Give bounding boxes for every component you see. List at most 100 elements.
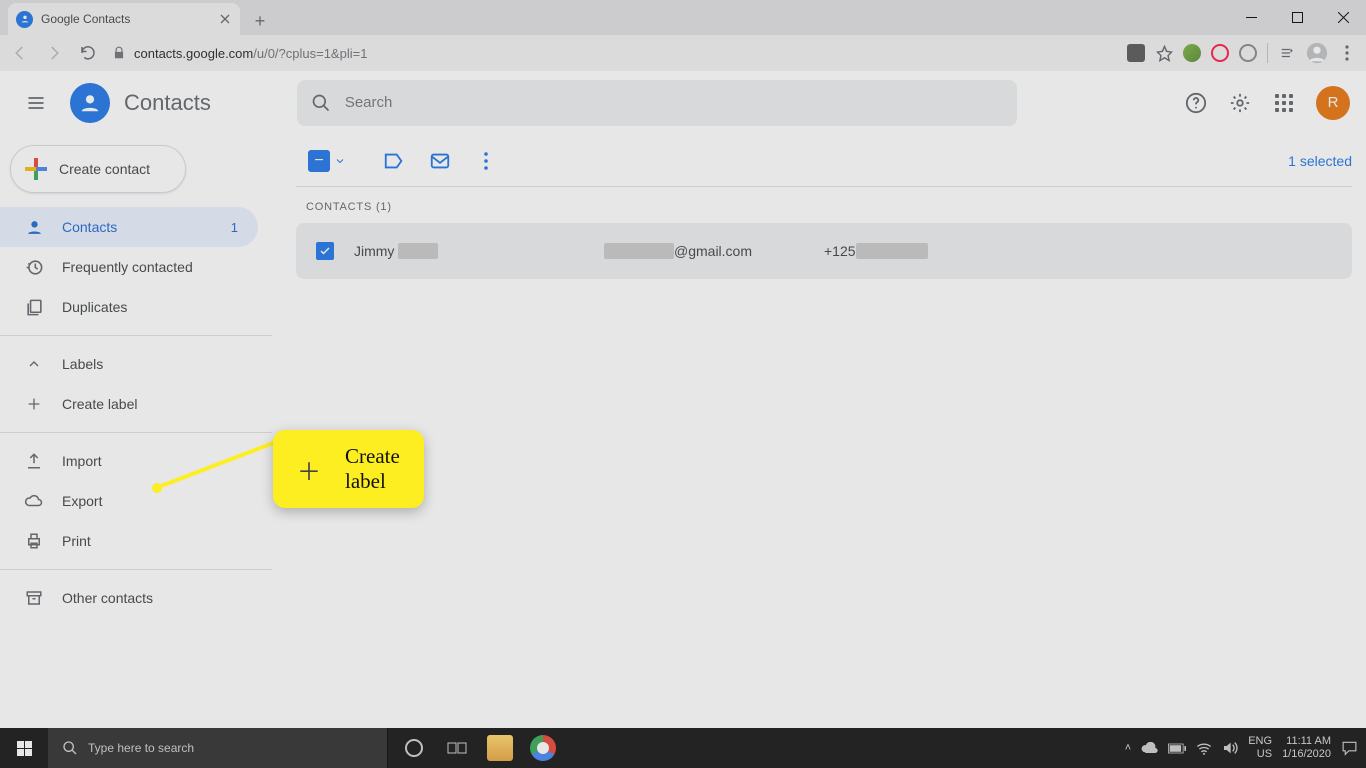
account-avatar[interactable]: R	[1316, 86, 1350, 120]
url-field[interactable]: contacts.google.com/u/0/?cplus=1&pli=1	[108, 46, 1121, 61]
tray-chevron-icon[interactable]: ˄	[1125, 742, 1131, 754]
address-bar: contacts.google.com/u/0/?cplus=1&pli=1	[0, 35, 1366, 71]
tab-favicon	[16, 11, 33, 28]
contact-email: @gmail.com	[604, 243, 804, 259]
task-view-icon[interactable]	[437, 728, 477, 768]
lock-icon	[112, 46, 126, 60]
sidebar-item-label: Contacts	[62, 219, 117, 235]
browser-tab[interactable]: Google Contacts	[8, 3, 240, 35]
create-contact-button[interactable]: Create contact	[10, 145, 186, 193]
sidebar-item-import[interactable]: Import	[0, 441, 258, 481]
divider	[0, 569, 272, 570]
divider	[0, 432, 272, 433]
history-icon	[24, 257, 44, 277]
battery-icon[interactable]	[1168, 743, 1186, 754]
sidebar-create-label[interactable]: Create label	[0, 384, 258, 424]
plus-icon	[24, 394, 44, 414]
redacted-text	[398, 243, 438, 259]
bookmark-star-icon[interactable]	[1155, 44, 1173, 62]
sidebar-item-frequent[interactable]: Frequently contacted	[0, 247, 258, 287]
tray-clock[interactable]: 11:11 AM1/16/2020	[1282, 735, 1331, 761]
window-maximize-icon[interactable]	[1274, 0, 1320, 35]
nav-forward-icon[interactable]	[40, 39, 68, 67]
search-icon	[311, 93, 331, 113]
window-minimize-icon[interactable]	[1228, 0, 1274, 35]
sidebar-item-export[interactable]: Export	[0, 481, 258, 521]
wifi-icon[interactable]	[1196, 742, 1212, 755]
contact-phone: +125	[824, 243, 928, 259]
help-icon[interactable]	[1184, 91, 1208, 115]
tab-close-icon[interactable]	[218, 12, 232, 26]
sidebar-item-label: Labels	[62, 356, 103, 372]
tray-language[interactable]: ENGUS	[1248, 735, 1272, 761]
cloud-download-icon	[24, 491, 44, 511]
select-all-toggle[interactable]: −	[308, 150, 346, 172]
sidebar-item-print[interactable]: Print	[0, 521, 258, 561]
windows-taskbar: Type here to search ˄ ENGUS 11:11 AM1/16…	[0, 728, 1366, 768]
extension-icon[interactable]	[1183, 44, 1201, 62]
row-checkbox[interactable]	[316, 242, 334, 260]
contacts-app: Contacts R Create contact Contacts 1	[0, 71, 1366, 728]
redacted-text	[604, 243, 674, 259]
url-domain: contacts.google.com	[134, 46, 253, 61]
product-title: Contacts	[124, 90, 211, 116]
taskbar-search[interactable]: Type here to search	[48, 728, 388, 768]
contacts-logo-icon	[70, 83, 110, 123]
duplicate-icon	[24, 297, 44, 317]
volume-icon[interactable]	[1222, 741, 1238, 755]
upload-icon	[24, 451, 44, 471]
app-header: Contacts R	[0, 71, 1366, 135]
window-close-icon[interactable]	[1320, 0, 1366, 35]
sidebar-item-label: Export	[62, 493, 102, 509]
plus-icon	[25, 158, 47, 180]
settings-gear-icon[interactable]	[1228, 91, 1252, 115]
system-tray: ˄ ENGUS 11:11 AM1/16/2020	[1125, 735, 1366, 761]
send-email-icon[interactable]	[422, 143, 458, 179]
redacted-text	[856, 243, 928, 259]
sidebar-item-label: Import	[62, 453, 102, 469]
window-controls	[1228, 0, 1366, 35]
list-section-header: CONTACTS (1)	[296, 187, 1352, 223]
sidebar-item-label: Create label	[62, 396, 138, 412]
chevron-up-icon	[24, 354, 44, 374]
new-tab-button[interactable]: +	[246, 7, 274, 35]
contact-row[interactable]: Jimmy @gmail.com +125	[296, 223, 1352, 279]
nav-reload-icon[interactable]	[74, 39, 102, 67]
browser-chrome: Google Contacts + contacts.google.com/u/…	[0, 0, 1366, 71]
onedrive-icon[interactable]	[1141, 742, 1158, 754]
contact-name-text: Jimmy	[354, 243, 394, 259]
taskbar-search-placeholder: Type here to search	[88, 741, 194, 755]
start-button[interactable]	[0, 728, 48, 768]
select-indicator-icon: −	[308, 150, 330, 172]
main-menu-icon[interactable]	[16, 83, 56, 123]
google-apps-icon[interactable]	[1272, 91, 1296, 115]
main-content: − 1 selected CONTACTS (1) Jimmy @gmail.c…	[272, 135, 1366, 728]
file-explorer-icon[interactable]	[480, 728, 520, 768]
chrome-menu-icon[interactable]	[1338, 39, 1356, 67]
create-contact-label: Create contact	[59, 161, 150, 177]
chrome-app-icon[interactable]	[523, 728, 563, 768]
manage-labels-icon[interactable]	[376, 143, 412, 179]
media-control-icon[interactable]	[1278, 39, 1296, 67]
extension-icon[interactable]	[1239, 44, 1257, 62]
sidebar-labels-header[interactable]: Labels	[0, 344, 258, 384]
sidebar-item-label: Frequently contacted	[62, 259, 193, 275]
extension-icon[interactable]	[1127, 44, 1145, 62]
sidebar-item-contacts[interactable]: Contacts 1	[0, 207, 258, 247]
sidebar-item-other-contacts[interactable]: Other contacts	[0, 578, 258, 618]
profile-avatar-icon[interactable]	[1306, 39, 1328, 67]
action-center-icon[interactable]	[1341, 740, 1358, 756]
url-path: /u/0/?cplus=1&pli=1	[253, 46, 367, 61]
sidebar-item-duplicates[interactable]: Duplicates	[0, 287, 258, 327]
search-input[interactable]	[345, 94, 1003, 111]
sidebar: Create contact Contacts 1 Frequently con…	[0, 135, 272, 728]
caret-down-icon	[334, 155, 346, 167]
more-actions-icon[interactable]	[468, 143, 504, 179]
sidebar-item-label: Print	[62, 533, 91, 549]
extension-opera-icon[interactable]	[1211, 44, 1229, 62]
tab-title: Google Contacts	[41, 12, 210, 26]
nav-back-icon[interactable]	[6, 39, 34, 67]
sidebar-item-label: Other contacts	[62, 590, 153, 606]
cortana-icon[interactable]	[394, 728, 434, 768]
search-box[interactable]	[297, 80, 1017, 126]
